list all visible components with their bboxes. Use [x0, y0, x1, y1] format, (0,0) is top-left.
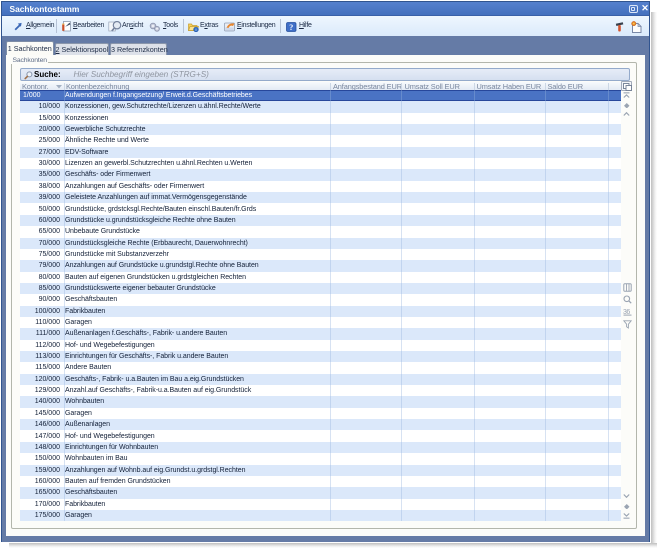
svg-text:i: i	[196, 27, 197, 32]
svg-text:?: ?	[289, 22, 293, 31]
